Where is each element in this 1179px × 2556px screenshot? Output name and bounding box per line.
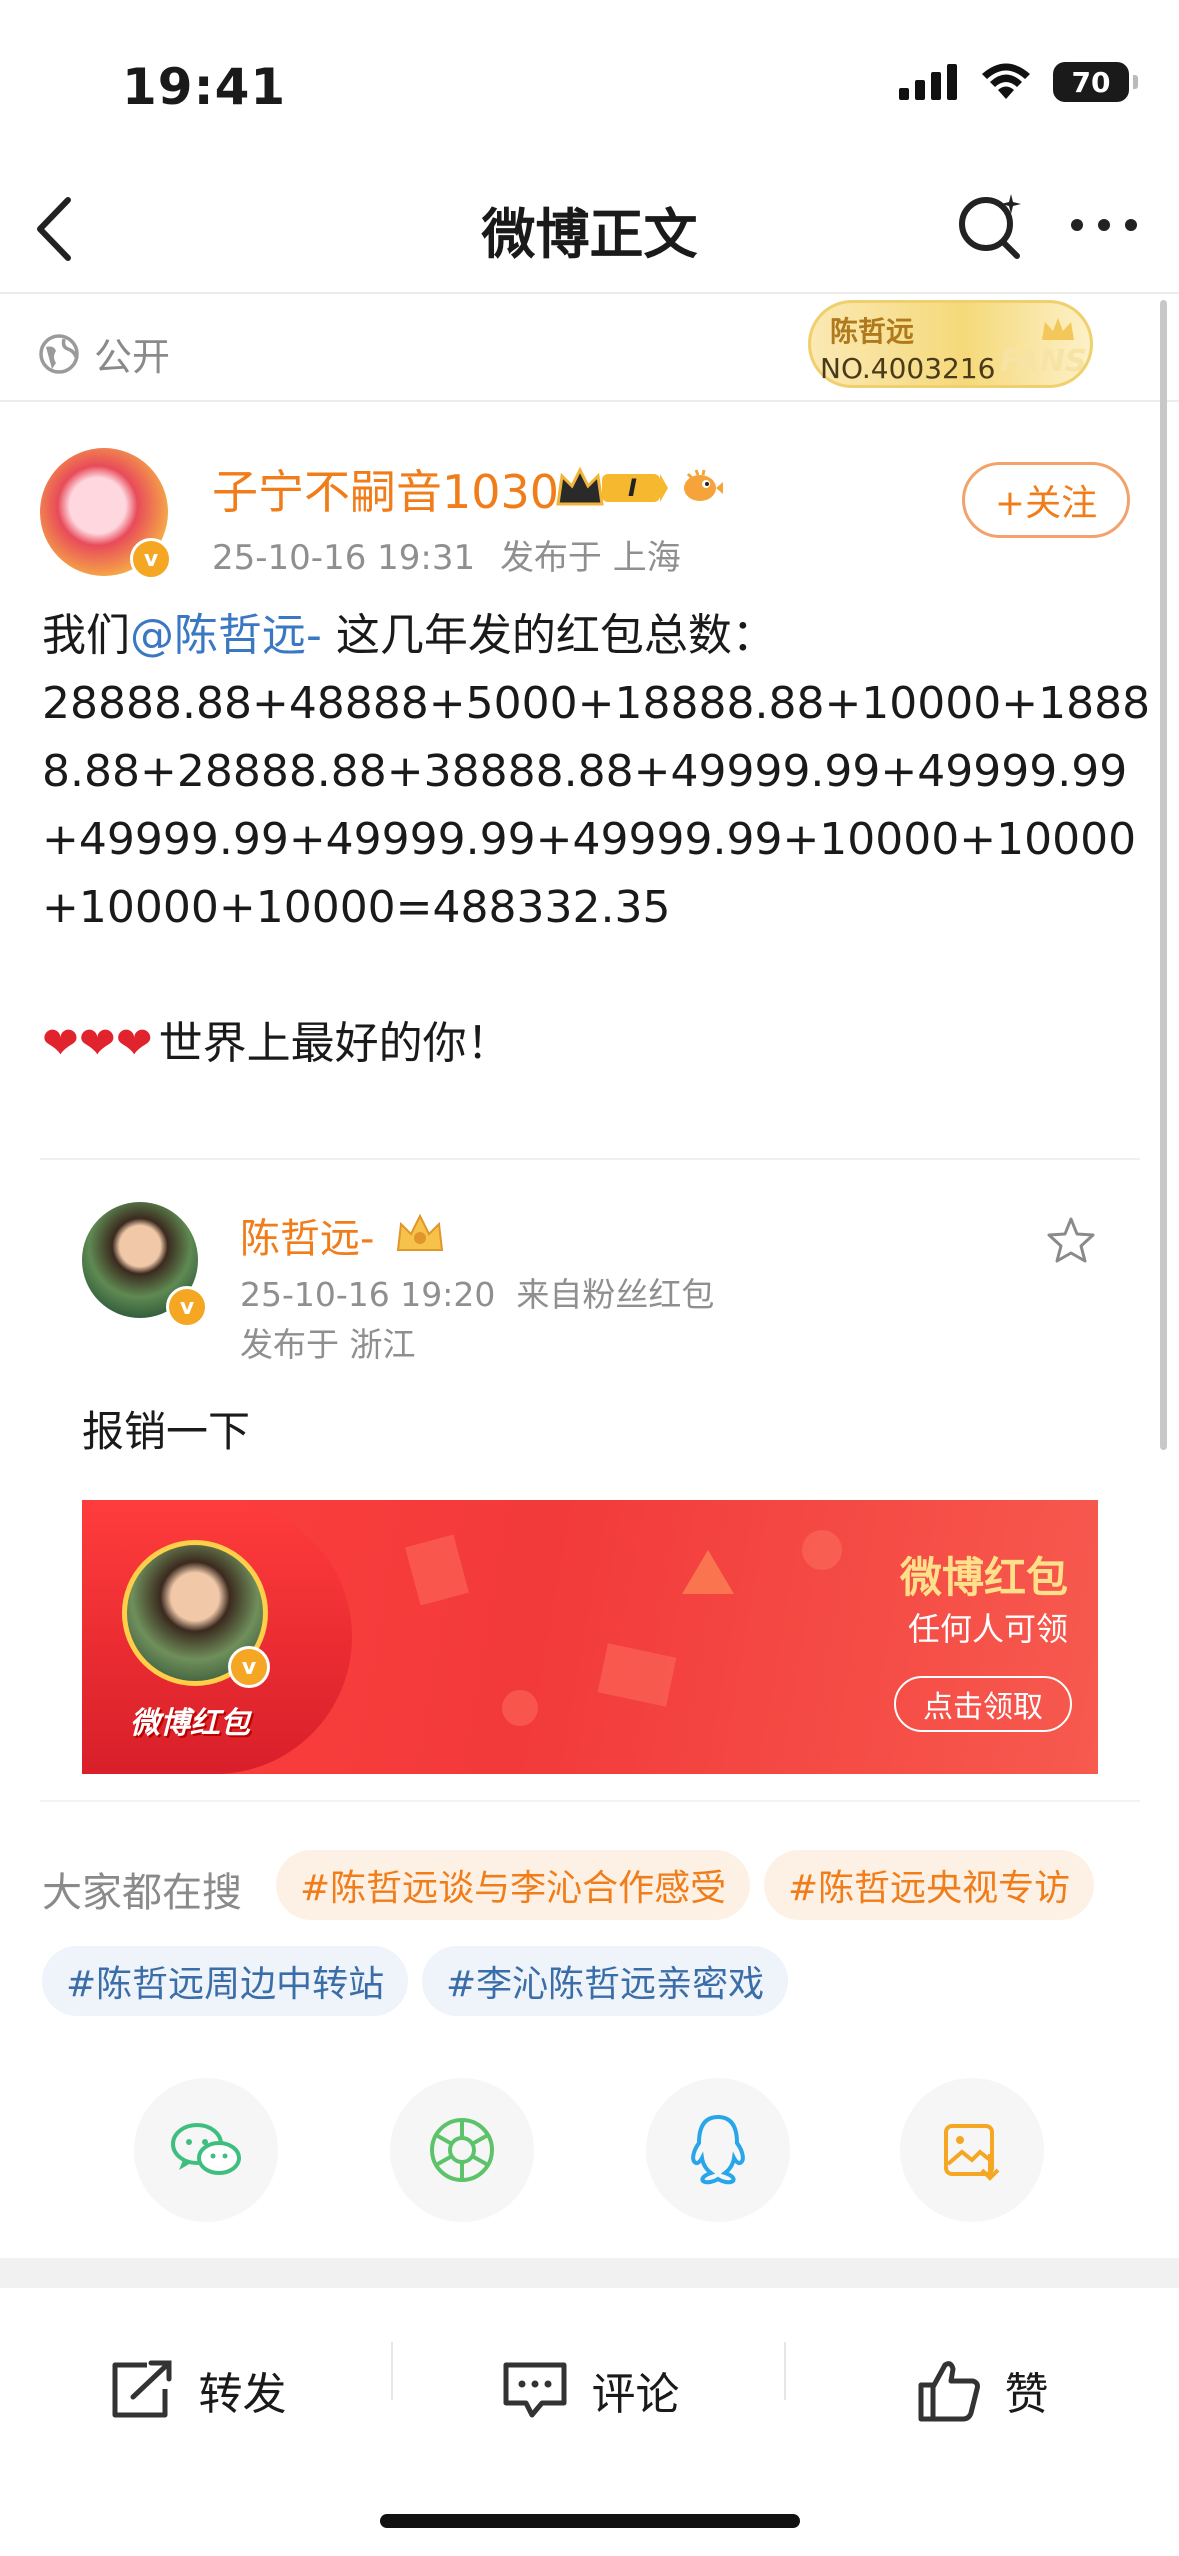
- crown-icon: [1042, 318, 1074, 340]
- status-icons: 70: [899, 62, 1138, 102]
- post-text-prefix: 我们: [42, 610, 130, 661]
- comment-label: 评论: [591, 2369, 680, 2420]
- scrollbar[interactable]: [1160, 300, 1167, 1450]
- author-name[interactable]: 子宁不嗣音1030: [212, 456, 559, 522]
- section-separator: [0, 2258, 1179, 2288]
- repost-location: 发布于 浙江: [240, 1325, 416, 1364]
- signal-icon: [899, 64, 957, 100]
- post-date: 25-10-16 19:31: [212, 538, 476, 578]
- post-text-rest: 这几年发的红包总数：: [321, 610, 776, 661]
- comment-icon: [503, 2362, 566, 2418]
- nav-actions: [955, 190, 1139, 260]
- mention-link[interactable]: @陈哲远-: [130, 610, 322, 661]
- save-image-icon: [944, 2124, 1000, 2181]
- favorite-star-icon[interactable]: [1046, 1216, 1096, 1264]
- repost-text: 报销一下: [82, 1407, 251, 1456]
- post-body: 我们@陈哲远- 这几年发的红包总数： 28888.88+48888+5000+1…: [42, 602, 1151, 1078]
- post-line-3: 8.88+28888.88+38888.88+49999.99+49999.99: [42, 746, 1128, 797]
- repost-date: 25-10-16 19:20: [240, 1275, 496, 1314]
- post-line-5: +10000+10000=488332.35: [42, 882, 671, 933]
- post-line-1: 我们@陈哲远- 这几年发的红包总数：: [42, 602, 1142, 670]
- wechat-icon: [171, 2123, 241, 2175]
- repost-label: 转发: [198, 2369, 287, 2420]
- crown-level-badge-icon: I: [556, 466, 668, 506]
- share-moments-button[interactable]: [390, 2078, 534, 2222]
- home-indicator: [380, 2514, 800, 2528]
- wifi-icon: [982, 63, 1030, 99]
- share-qq-button[interactable]: [646, 2078, 790, 2222]
- post-divider: [40, 1158, 1140, 1160]
- nav-divider: [0, 292, 1179, 294]
- post-meta: 25-10-16 19:31 发布于 上海: [212, 530, 695, 579]
- moments-icon: [430, 2118, 494, 2182]
- visibility-divider: [0, 400, 1179, 402]
- post-closing-text: 世界上最好的你！: [158, 1018, 511, 1069]
- red-packet-subtitle: 任何人可领: [907, 1610, 1068, 1648]
- battery-indicator: 70: [1053, 62, 1138, 102]
- svg-text:I: I: [628, 474, 637, 502]
- hearts-emoji: ❤❤❤: [42, 1018, 153, 1069]
- follow-button[interactable]: +关注: [962, 462, 1130, 538]
- verified-badge-icon: v: [130, 538, 172, 580]
- like-button[interactable]: 赞: [786, 2290, 1179, 2490]
- repost-author-name[interactable]: 陈哲远-: [240, 1206, 374, 1264]
- search-icon[interactable]: [955, 190, 1025, 260]
- pufferfish-badge-icon: [684, 469, 723, 501]
- post-line-2: 28888.88+48888+5000+18888.88+10000+1888: [42, 678, 1151, 729]
- visibility-row: 公开: [38, 326, 170, 381]
- repost-button[interactable]: 转发: [0, 2290, 393, 2490]
- repost-icon: [112, 2360, 171, 2418]
- repost-verified-badge-icon: v: [166, 1286, 208, 1328]
- share-save-image-button[interactable]: [900, 2078, 1044, 2222]
- red-packet-logo: 微博红包: [130, 1706, 250, 1741]
- post-location: 发布于 上海: [499, 538, 681, 578]
- trending-tag[interactable]: #陈哲远谈与李沁合作感受: [276, 1850, 751, 1920]
- user-badges: I: [552, 464, 724, 510]
- qq-icon: [691, 2114, 745, 2185]
- comment-button[interactable]: 评论: [393, 2290, 786, 2490]
- post-line-4: +49999.99+49999.99+49999.99+10000+10000: [42, 814, 1137, 865]
- fans-badge-number: NO.4003216: [820, 352, 996, 385]
- share-wechat-button[interactable]: [134, 2078, 278, 2222]
- trending-tag[interactable]: #李沁陈哲远亲密戏: [422, 1946, 789, 2016]
- globe-icon: [39, 333, 79, 374]
- thumbs-up-icon: [918, 2361, 980, 2422]
- repost-source: 来自粉丝红包: [516, 1275, 715, 1314]
- card-divider: [40, 1800, 1140, 1802]
- red-packet-verified-icon: v: [228, 1646, 270, 1688]
- more-icon[interactable]: [1069, 215, 1139, 235]
- like-label: 赞: [1004, 2369, 1049, 2420]
- red-packet-card[interactable]: v 微博红包 微博红包 任何人可领 点击领取: [82, 1500, 1098, 1774]
- red-packet-title: 微博红包: [899, 1553, 1068, 1602]
- claim-button[interactable]: 点击领取: [894, 1676, 1072, 1732]
- visibility-label: 公开: [94, 335, 171, 379]
- repost-meta: 25-10-16 19:20 来自粉丝红包 发布于 浙江: [240, 1270, 714, 1370]
- status-time: 19:41: [122, 58, 287, 116]
- trending-label: 大家都在搜: [42, 1870, 242, 1916]
- gold-crown-badge-icon: [396, 1213, 444, 1251]
- bottom-action-bar: 转发 评论 赞: [0, 2290, 1179, 2490]
- post-closing-line: ❤❤❤ 世界上最好的你！: [42, 1010, 1142, 1078]
- trending-tag[interactable]: #陈哲远央视专访: [764, 1850, 1095, 1920]
- fans-badge-name: 陈哲远: [830, 315, 915, 348]
- trending-tag[interactable]: #陈哲远周边中转站: [42, 1946, 409, 2016]
- fans-badge-word: FANS: [1000, 344, 1087, 379]
